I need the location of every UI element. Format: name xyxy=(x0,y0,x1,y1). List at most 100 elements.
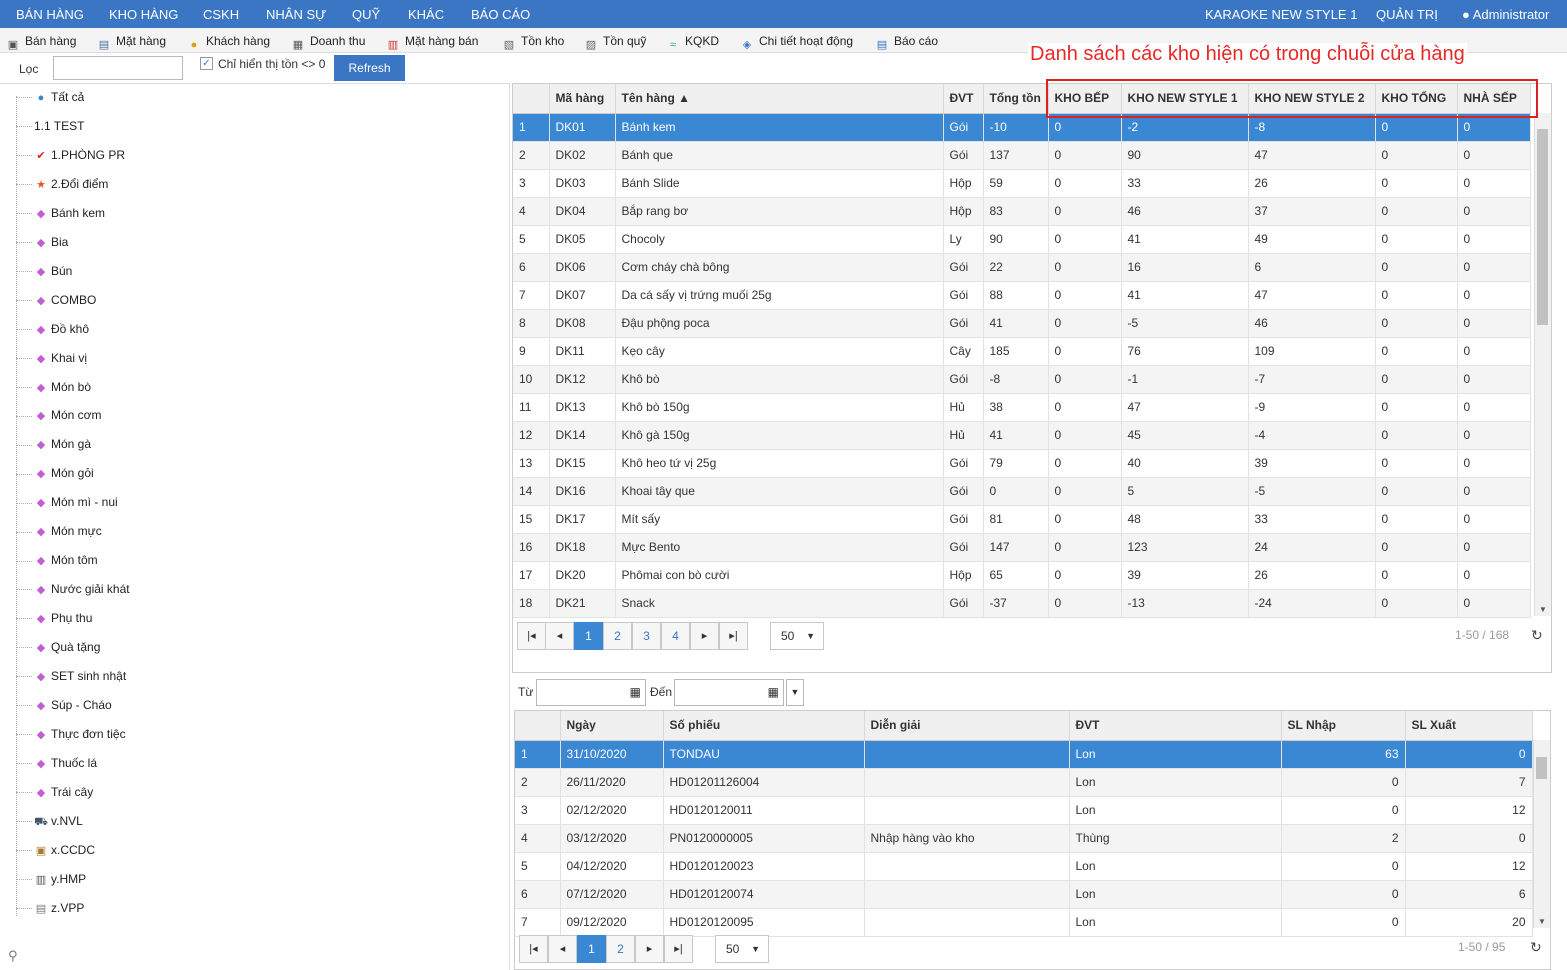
tree-item[interactable]: ▣ x.CCDC xyxy=(16,841,95,859)
table-row[interactable]: 11 DK13 Khô bò 150g Hủ 38 0 47 -9 0 0 xyxy=(513,393,1531,422)
table-row[interactable]: 6 DK06 Cơm cháy chà bông Gói 22 0 16 6 0 0 xyxy=(513,253,1531,282)
tree-item[interactable]: ⛟ v.NVL xyxy=(16,812,83,830)
show-nonzero-checkbox[interactable]: ✓ xyxy=(200,57,213,70)
tree-item[interactable]: ◆ Thực đơn tiệc xyxy=(16,725,126,743)
next-page-icon[interactable]: ▸ xyxy=(690,622,719,650)
tree-item[interactable]: ◆ Nước giải khát xyxy=(16,580,130,598)
tool-bao-cao[interactable]: ▤ Báo cáo xyxy=(875,33,938,51)
column-header[interactable]: Tổng tồn xyxy=(983,84,1049,114)
table-row[interactable]: 3 02/12/2020 HD0120120011 Lon 0 12 xyxy=(515,796,1533,825)
tree-item[interactable]: ◆ Món bò xyxy=(16,378,91,396)
tool-mat-hang-ban[interactable]: ▥ Mặt hàng bán xyxy=(386,33,479,51)
table-row[interactable]: 10 DK12 Khô bò Gói -8 0 -1 -7 0 0 xyxy=(513,365,1531,394)
table-row[interactable]: 13 DK15 Khô heo tứ vị 25g Gói 79 0 40 39 0 0 xyxy=(513,449,1531,478)
tool-khach-hang[interactable]: ● Khách hàng xyxy=(187,33,270,51)
refresh-button[interactable]: Refresh xyxy=(334,55,405,81)
table-row[interactable]: 2 26/11/2020 HD01201126004 Lon 0 7 xyxy=(515,768,1533,797)
calendar-icon[interactable]: ▦ xyxy=(768,685,779,699)
prev-page-icon[interactable]: ◂ xyxy=(548,935,577,963)
tree-item[interactable]: ◆ Trái cây xyxy=(16,783,93,801)
page-2-button[interactable]: 2 xyxy=(603,622,632,650)
tool-doanh-thu[interactable]: ▦ Doanh thu xyxy=(291,33,366,51)
table-row[interactable]: 18 DK21 Snack Gói -37 0 -13 -24 0 0 xyxy=(513,589,1531,618)
tree-item[interactable]: ◆ Súp - Cháo xyxy=(16,696,112,714)
table-row[interactable]: 5 DK05 Chocoly Ly 90 0 41 49 0 0 xyxy=(513,225,1531,254)
menu-bao-cao[interactable]: BÁO CÁO xyxy=(471,7,530,22)
prev-page-icon[interactable]: ◂ xyxy=(545,622,574,650)
column-header[interactable]: ĐVT xyxy=(1069,711,1282,741)
menu-khac[interactable]: KHÁC xyxy=(408,7,444,22)
menu-quan-tri[interactable]: QUẢN TRỊ xyxy=(1376,7,1438,22)
table-row[interactable]: 4 DK04 Bắp rang bơ Hộp 83 0 46 37 0 0 xyxy=(513,197,1531,226)
table-row[interactable]: 16 DK18 Mực Bento Gói 147 0 123 24 0 0 xyxy=(513,533,1531,562)
column-header[interactable]: KHO BẾP xyxy=(1048,84,1122,114)
tree-item[interactable]: ◆ Món mì - nui xyxy=(16,493,118,511)
tool-ton-kho[interactable]: ▧ Tồn kho xyxy=(502,33,565,51)
tree-item[interactable]: 1.1 TEST xyxy=(16,117,84,135)
search-icon[interactable]: ⚲ xyxy=(8,948,18,964)
tree-item[interactable]: ◆ Bánh kem xyxy=(16,204,105,222)
menu-nhan-su[interactable]: NHÂN SỰ xyxy=(266,7,326,22)
last-page-icon[interactable]: ▸| xyxy=(664,935,693,963)
tree-item[interactable]: ◆ Món mực xyxy=(16,522,102,540)
page-1-button[interactable]: 1 xyxy=(574,622,603,650)
column-header[interactable]: Diễn giải xyxy=(864,711,1070,741)
column-header[interactable]: Mã hàng xyxy=(549,84,616,114)
tool-mat-hang[interactable]: ▤ Mặt hàng xyxy=(97,33,166,51)
page-size-select[interactable]: 50 ▼ xyxy=(770,622,824,650)
scroll-thumb[interactable] xyxy=(1537,129,1548,325)
tree-item[interactable]: ◆ Món cơm xyxy=(16,406,102,424)
tree-item[interactable]: ◆ Món tôm xyxy=(16,551,98,569)
table-row[interactable]: 17 DK20 Phômai con bò cười Hộp 65 0 39 26 0 0 xyxy=(513,561,1531,590)
refresh-icon[interactable]: ↻ xyxy=(1530,939,1542,956)
tool-chi-tiet-hoat-dong[interactable]: ◈ Chi tiết hoạt động xyxy=(740,33,853,51)
page-2-button[interactable]: 2 xyxy=(606,935,635,963)
tree-item[interactable]: ◆ Bia xyxy=(16,233,68,251)
scroll-down-icon[interactable]: ▼ xyxy=(1538,917,1546,926)
date-preset-dropdown[interactable]: ▼ xyxy=(786,679,804,706)
tree-item[interactable]: ◆ COMBO xyxy=(16,291,96,309)
tree-item[interactable]: ★ 2.Đổi điểm xyxy=(16,175,108,193)
first-page-icon[interactable]: |◂ xyxy=(519,935,548,963)
page-1-button[interactable]: 1 xyxy=(577,935,606,963)
tree-item[interactable]: ◆ Món gỏi xyxy=(16,464,94,482)
page-4-button[interactable]: 4 xyxy=(661,622,690,650)
last-page-icon[interactable]: ▸| xyxy=(719,622,748,650)
column-header[interactable]: Ngày xyxy=(560,711,664,741)
table-row[interactable]: 5 04/12/2020 HD0120120023 Lon 0 12 xyxy=(515,852,1533,881)
table-row[interactable]: 9 DK11 Kẹo cây Cây 185 0 76 109 0 0 xyxy=(513,337,1531,366)
column-header[interactable]: Tên hàng ▲ xyxy=(615,84,944,114)
menu-cskh[interactable]: CSKH xyxy=(203,7,239,22)
tree-item[interactable]: ◆ Thuốc lá xyxy=(16,754,97,772)
table-row[interactable]: 15 DK17 Mít sấy Gói 81 0 48 33 0 0 xyxy=(513,505,1531,534)
tree-item[interactable]: ◆ Phụ thu xyxy=(16,609,92,627)
transaction-grid-scrollbar[interactable]: ▼ xyxy=(1533,740,1550,928)
column-header[interactable]: SL Nhập xyxy=(1281,711,1406,741)
table-row[interactable]: 7 09/12/2020 HD0120120095 Lon 0 20 xyxy=(515,908,1533,937)
tool-ban-hang[interactable]: ▣ Bán hàng xyxy=(6,33,77,51)
tree-item[interactable]: ◆ Khai vị xyxy=(16,349,87,367)
page-3-button[interactable]: 3 xyxy=(632,622,661,650)
refresh-icon[interactable]: ↻ xyxy=(1531,627,1543,644)
tree-item[interactable]: ● Tất cả xyxy=(16,88,84,106)
tree-item[interactable]: ✔ 1.PHÒNG PR xyxy=(16,146,125,164)
tool-ton-quy[interactable]: ▨ Tồn quỹ xyxy=(584,33,647,51)
stock-grid-scrollbar[interactable]: ▼ xyxy=(1534,113,1551,616)
tree-item[interactable]: ▥ y.HMP xyxy=(16,870,86,888)
menu-quy[interactable]: QUỸ xyxy=(352,7,380,22)
menu-kho-hang[interactable]: KHO HÀNG xyxy=(109,7,178,22)
table-row[interactable]: 14 DK16 Khoai tây que Gói 0 0 5 -5 0 0 xyxy=(513,477,1531,506)
page-size-select[interactable]: 50 ▼ xyxy=(715,935,769,963)
column-header[interactable]: NHÀ SẾP xyxy=(1457,84,1531,114)
calendar-icon[interactable]: ▦ xyxy=(630,685,641,699)
table-row[interactable]: 12 DK14 Khô gà 150g Hủ 41 0 45 -4 0 0 xyxy=(513,421,1531,450)
table-row[interactable]: 6 07/12/2020 HD0120120074 Lon 0 6 xyxy=(515,880,1533,909)
tree-item[interactable]: ◆ Đồ khô xyxy=(16,320,89,338)
column-header[interactable] xyxy=(513,84,550,114)
filter-input[interactable] xyxy=(53,56,183,80)
first-page-icon[interactable]: |◂ xyxy=(517,622,546,650)
from-date-input[interactable]: ▦ xyxy=(536,679,646,706)
tree-item[interactable]: ◆ Quà tặng xyxy=(16,638,100,656)
table-row[interactable]: 1 31/10/2020 TONDAU Lon 63 0 xyxy=(515,740,1533,769)
tree-item[interactable]: ◆ SET sinh nhật xyxy=(16,667,126,685)
